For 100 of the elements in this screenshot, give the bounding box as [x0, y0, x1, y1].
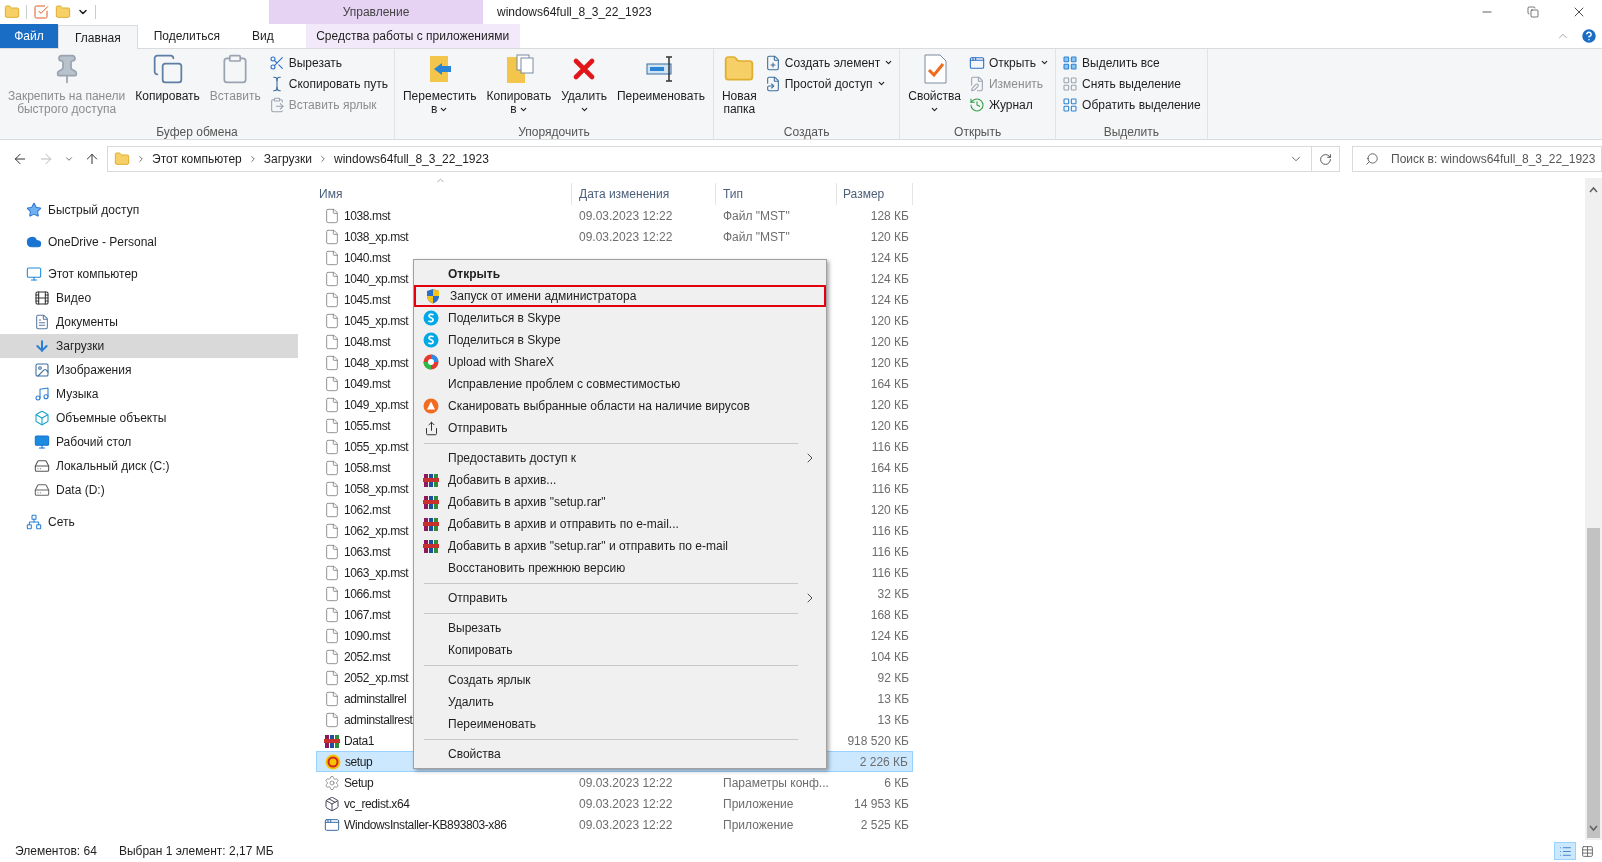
file-name: adminstallrest — [344, 711, 413, 729]
size-cell: 32 КБ — [877, 586, 909, 601]
file-name: setup — [345, 753, 373, 771]
nav-label: Загрузки — [56, 338, 105, 355]
contextual-tab-header: Управление — [269, 0, 483, 24]
file-name: 1048_xp.mst — [344, 354, 409, 372]
file-name: 1045_xp.mst — [344, 312, 409, 330]
menu-label: Запуск от имени администратора — [450, 288, 637, 305]
size-cell: 918 520 КБ — [847, 733, 909, 748]
date-cell: 09.03.2023 12:22 — [579, 208, 673, 223]
type-cell: Файл "MST" — [723, 208, 790, 223]
file-name: WindowsInstaller-KB893803-x86 — [344, 816, 507, 834]
size-cell: 168 КБ — [870, 607, 909, 622]
file-name: 1066.mst — [344, 585, 391, 603]
menu-label: Открыть — [448, 266, 501, 283]
file-name: 1038.mst — [344, 207, 391, 225]
size-cell: 104 КБ — [870, 649, 909, 664]
nav-label: Локальный диск (C:) — [56, 458, 170, 475]
size-cell: 120 КБ — [870, 334, 909, 349]
menu-label: Добавить в архив "setup.rar" и отправить по e-mail — [448, 538, 729, 555]
file-name: Setup — [344, 774, 374, 792]
size-cell: 116 КБ — [871, 481, 909, 496]
file-name: 1062.mst — [344, 501, 391, 519]
nav-label: Data (D:) — [56, 482, 105, 499]
file-name: 1063_xp.mst — [344, 564, 409, 582]
file-name: 1055_xp.mst — [344, 438, 409, 456]
date-cell: 09.03.2023 12:22 — [579, 229, 673, 244]
menu-label: Предоставить доступ к — [448, 450, 576, 467]
file-name: 1063.mst — [344, 543, 391, 561]
date-cell: 09.03.2023 12:22 — [579, 817, 673, 832]
nav-label: Объемные объекты — [56, 410, 167, 427]
selection-info: Выбран 1 элемент: 2,17 МБ — [118, 843, 274, 860]
group-label: Открыть — [953, 124, 1003, 139]
nav-label: OneDrive - Personal — [48, 234, 157, 251]
group-label: Создать — [782, 124, 831, 139]
file-name: 1058_xp.mst — [344, 480, 409, 498]
size-cell: 116 КБ — [871, 565, 909, 580]
menu-label: Исправление проблем с совместимостью — [448, 376, 681, 393]
menu-label: Добавить в архив... — [448, 472, 557, 489]
type-cell: Приложение — [723, 796, 794, 811]
size-cell: 120 КБ — [870, 355, 909, 370]
file-name: 1055.mst — [344, 417, 391, 435]
file-name: 1040_xp.mst — [344, 270, 409, 288]
menu-label: Удалить — [448, 694, 494, 711]
file-name: 1049.mst — [344, 375, 391, 393]
window-title: windows64full_8_3_22_1923 — [497, 4, 653, 21]
menu-label: Сканировать выбранные области на наличие вирусов — [448, 398, 750, 415]
nav-label: Музыка — [56, 386, 99, 403]
size-cell: 120 КБ — [870, 397, 909, 412]
nav-label: Рабочий стол — [56, 434, 132, 451]
file-name: adminstallrel — [344, 690, 407, 708]
size-cell: 120 КБ — [870, 313, 909, 328]
menu-label: Добавить в архив и отправить по e-mail... — [448, 516, 679, 533]
file-name: 1058.mst — [344, 459, 391, 477]
file-name: Data1 — [344, 732, 375, 750]
file-name: 2052_xp.mst — [344, 669, 409, 687]
menu-label: Отправить — [448, 590, 508, 607]
file-name: 1062_xp.mst — [344, 522, 409, 540]
size-cell: 120 КБ — [870, 229, 909, 244]
size-cell: 6 КБ — [884, 775, 909, 790]
menu-label: Поделиться в Skype — [448, 332, 561, 349]
size-cell: 92 КБ — [877, 670, 909, 685]
file-name: 1067.mst — [344, 606, 391, 624]
menu-label: Upload with ShareX — [448, 354, 555, 371]
file-name: vc_redist.x64 — [344, 795, 410, 813]
date-cell: 09.03.2023 12:22 — [579, 796, 673, 811]
nav-label: Этот компьютер — [48, 266, 138, 283]
menu-label: Переименовать — [448, 716, 536, 733]
nav-label: Быстрый доступ — [48, 202, 140, 219]
group-label: Буфер обмена — [155, 124, 239, 139]
size-cell: 13 КБ — [877, 691, 909, 706]
file-name: 1045.mst — [344, 291, 391, 309]
size-cell: 13 КБ — [877, 712, 909, 727]
date-cell: 09.03.2023 12:22 — [579, 775, 673, 790]
size-cell: 124 КБ — [870, 250, 909, 265]
size-cell: 2 525 КБ — [860, 817, 909, 832]
size-cell: 116 КБ — [871, 439, 909, 454]
size-cell: 164 КБ — [870, 460, 909, 475]
menu-label: Вырезать — [448, 620, 502, 637]
size-cell: 128 КБ — [870, 208, 909, 223]
group-label: Выделить — [1102, 124, 1161, 139]
type-cell: Параметры конф... — [723, 775, 829, 790]
size-cell: 120 КБ — [870, 502, 909, 517]
menu-label: Отправить — [448, 420, 508, 437]
size-cell: 116 КБ — [871, 523, 909, 538]
size-cell: 164 КБ — [870, 376, 909, 391]
size-cell: 14 953 КБ — [854, 796, 909, 811]
group-label: Упорядочить — [517, 124, 591, 139]
file-name: 1048.mst — [344, 333, 391, 351]
size-cell: 2 226 КБ — [859, 754, 908, 769]
item-count: Элементов: 64 — [15, 843, 97, 860]
menu-label: Восстановить прежнюю версию — [448, 560, 626, 577]
menu-label: Создать ярлык — [448, 672, 531, 689]
menu-label: Свойства — [448, 746, 501, 763]
file-name: 1040.mst — [344, 249, 391, 267]
nav-label: Изображения — [56, 362, 132, 379]
menu-label: Поделиться в Skype — [448, 310, 561, 327]
file-name: 2052.mst — [344, 648, 391, 666]
file-name: 1049_xp.mst — [344, 396, 409, 414]
size-cell: 124 КБ — [870, 271, 909, 286]
